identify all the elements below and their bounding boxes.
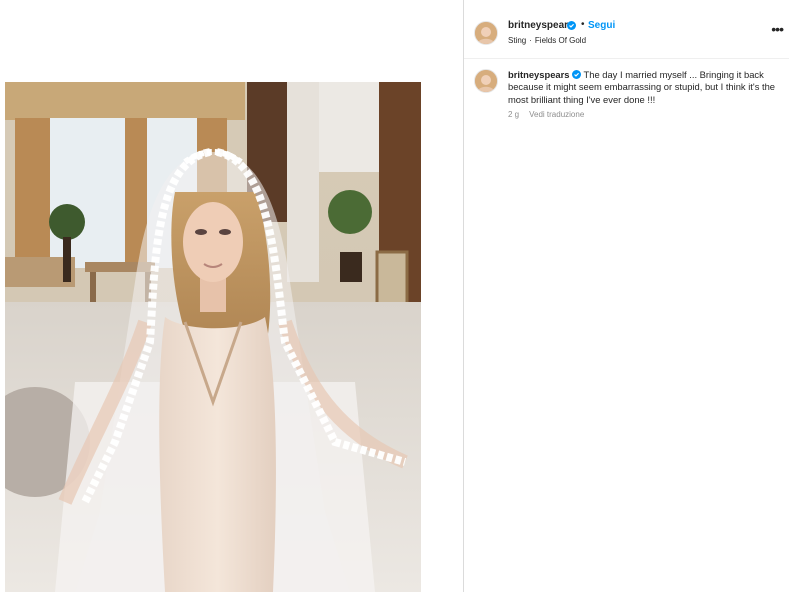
caption-meta: 2 g Vedi traduzione xyxy=(508,110,584,119)
audio-song: Fields Of Gold xyxy=(534,36,587,45)
follow-button[interactable]: Segui xyxy=(588,20,615,31)
see-translation-link[interactable]: Vedi traduzione xyxy=(529,110,584,119)
caption-username[interactable]: britneyspears xyxy=(508,69,570,80)
verified-badge-icon xyxy=(571,70,581,79)
post-age: 2 g xyxy=(508,110,520,119)
audio-attribution[interactable]: Sting · Fields Of Gold xyxy=(508,36,586,45)
post-sidebar: britneyspears • Segui Sting · Fields Of Go… xyxy=(464,0,789,592)
audio-separator: · xyxy=(529,36,532,45)
post-header: britneyspears • Segui Sting · Fields Of Go… xyxy=(464,0,789,59)
audio-artist: Sting xyxy=(508,36,527,45)
more-horizontal-icon[interactable]: ••• xyxy=(771,22,784,36)
verified-badge-icon xyxy=(567,21,576,30)
separator-dot: • xyxy=(581,19,585,30)
post-username[interactable]: britneyspears xyxy=(508,20,574,31)
post-video[interactable] xyxy=(5,82,421,592)
avatar[interactable] xyxy=(474,21,498,45)
media-pane xyxy=(0,0,463,592)
caption: britneyspears The day I married myself ..… xyxy=(508,69,780,106)
caption-avatar[interactable] xyxy=(474,69,498,93)
